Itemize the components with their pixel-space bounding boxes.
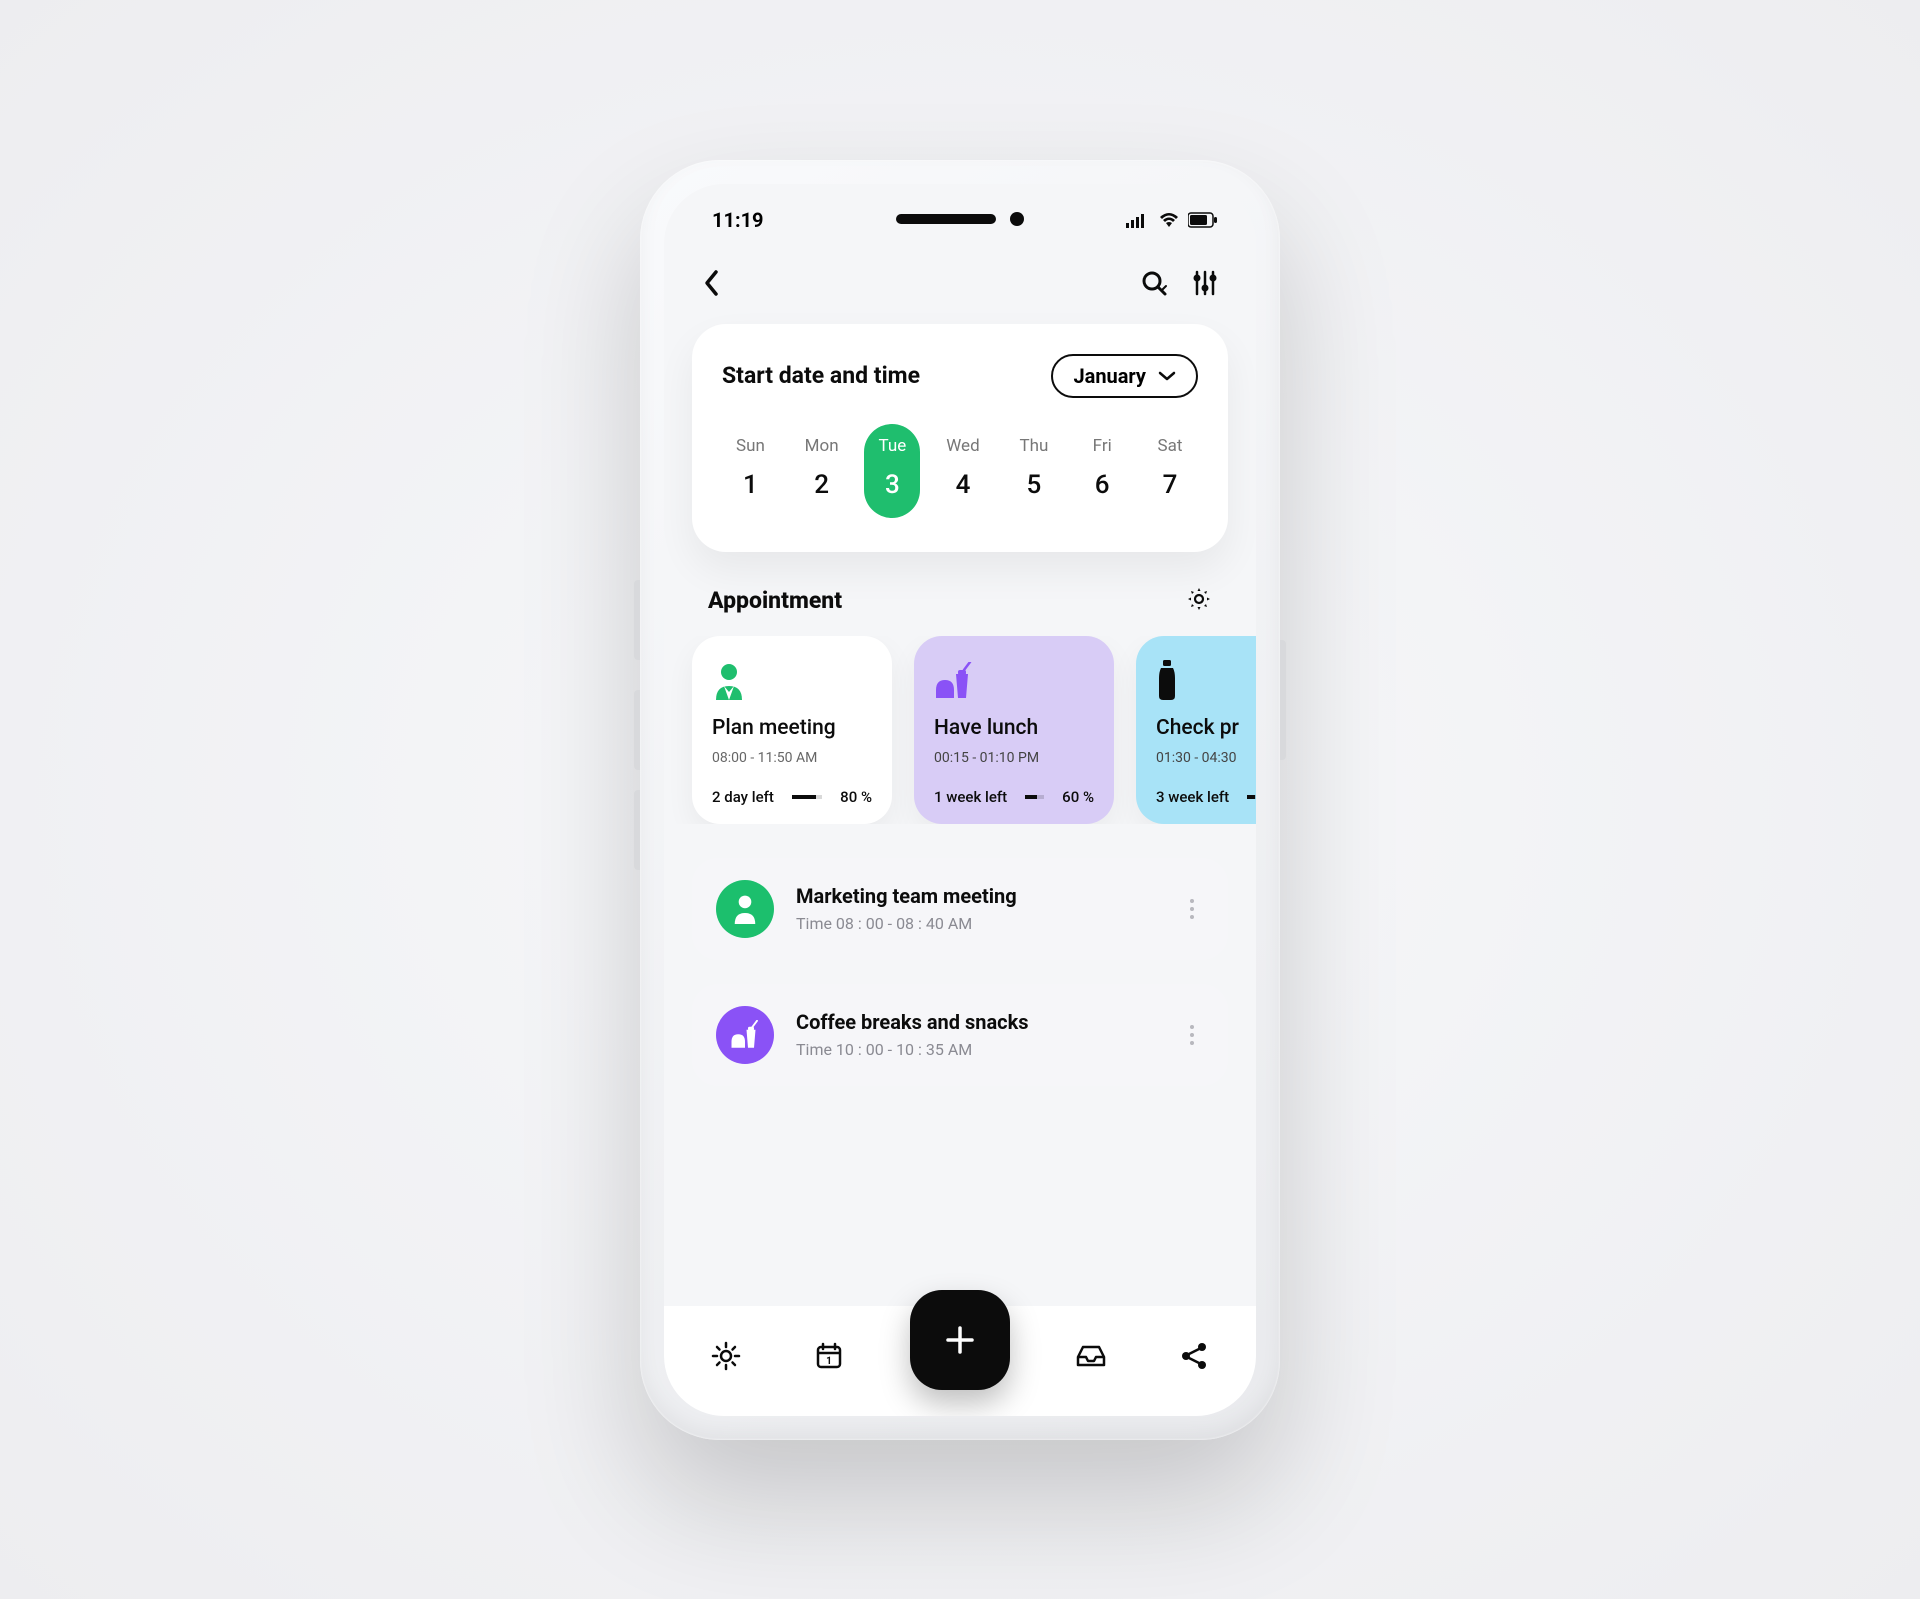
event-time: Time 08 : 00 - 08 : 40 AM	[796, 914, 1158, 933]
speaker-slot	[896, 214, 996, 224]
search-icon	[1140, 269, 1168, 297]
phone-frame: 11:19 Start date and time	[640, 160, 1280, 1440]
appointment-title: Check pr	[1156, 716, 1256, 740]
screen: 11:19 Start date and time	[664, 184, 1256, 1416]
status-right	[1126, 212, 1218, 228]
day-number: 3	[885, 470, 900, 500]
nav-inbox-button[interactable]	[1069, 1334, 1113, 1378]
date-picker-card: Start date and time January Sun 1 Mon 2 Tue 3…	[692, 324, 1228, 552]
event-menu-button[interactable]	[1180, 1015, 1204, 1055]
day-label: Thu	[1019, 436, 1048, 456]
gear-icon	[1186, 586, 1212, 612]
wifi-icon	[1158, 212, 1180, 228]
appointment-time: 08:00 - 11:50 AM	[712, 750, 872, 766]
back-icon	[702, 268, 722, 298]
day-tue[interactable]: Tue 3	[864, 424, 920, 518]
time-left: 1 week left	[934, 788, 1007, 806]
month-selector[interactable]: January	[1051, 354, 1198, 398]
day-label: Mon	[805, 436, 839, 456]
progress-bar	[792, 795, 822, 799]
week-row: Sun 1 Mon 2 Tue 3 Wed 4 Thu 5 Fri 6 Sat 7	[722, 424, 1198, 518]
chevron-down-icon	[1158, 370, 1176, 382]
day-sun[interactable]: Sun 1	[722, 424, 779, 518]
appointment-settings-button[interactable]	[1186, 586, 1212, 616]
time-left: 2 day left	[712, 788, 774, 806]
nav-calendar-button[interactable]: 1	[807, 1334, 851, 1378]
day-fri[interactable]: Fri 6	[1074, 424, 1130, 518]
day-sat[interactable]: Sat 7	[1142, 424, 1198, 518]
day-label: Sat	[1158, 436, 1183, 456]
event-title: Coffee breaks and snacks	[796, 1010, 1158, 1034]
inbox-icon	[1075, 1343, 1107, 1369]
event-title: Marketing team meeting	[796, 884, 1158, 908]
progress-bar	[1247, 795, 1256, 799]
percent-label: 60 %	[1062, 788, 1094, 806]
month-label: January	[1073, 364, 1146, 388]
appointment-title: Appointment	[708, 587, 842, 614]
event-list: Marketing team meeting Time 08 : 00 - 08 …	[664, 824, 1256, 1086]
appointment-title: Have lunch	[934, 716, 1094, 740]
notch	[896, 212, 1024, 226]
plus-icon	[940, 1320, 980, 1360]
appointment-footer: 1 week left 60 %	[934, 788, 1094, 806]
day-label: Wed	[946, 436, 979, 456]
day-wed[interactable]: Wed 4	[932, 424, 993, 518]
appointment-footer: 3 week left	[1156, 788, 1256, 806]
day-number: 5	[1027, 470, 1042, 500]
top-nav	[664, 250, 1256, 324]
event-time: Time 10 : 00 - 10 : 35 AM	[796, 1040, 1158, 1059]
event-item[interactable]: Marketing team meeting Time 08 : 00 - 08 …	[692, 858, 1228, 960]
meal-icon	[934, 658, 1094, 700]
appointment-time: 00:15 - 01:10 PM	[934, 750, 1094, 766]
add-button[interactable]	[910, 1290, 1010, 1390]
appointment-cards-row[interactable]: Plan meeting 08:00 - 11:50 AM 2 day left 80…	[664, 636, 1256, 824]
appointment-card[interactable]: Have lunch 00:15 - 01:10 PM 1 week left 60 …	[914, 636, 1114, 824]
day-label: Fri	[1093, 436, 1112, 456]
nav-share-button[interactable]	[1172, 1334, 1216, 1378]
day-number: 6	[1095, 470, 1110, 500]
sliders-icon	[1192, 269, 1218, 297]
day-thu[interactable]: Thu 5	[1005, 424, 1062, 518]
event-item[interactable]: Coffee breaks and snacks Time 10 : 00 - 1…	[692, 984, 1228, 1086]
sun-icon	[711, 1341, 741, 1371]
percent-label: 80 %	[840, 788, 872, 806]
day-mon[interactable]: Mon 2	[791, 424, 853, 518]
day-label: Tue	[879, 436, 907, 456]
appointment-section-head: Appointment	[664, 552, 1256, 636]
day-number: 4	[956, 470, 971, 500]
progress-bar	[1025, 795, 1044, 799]
day-number: 2	[814, 470, 829, 500]
day-number: 7	[1163, 470, 1178, 500]
back-button[interactable]	[702, 268, 722, 302]
appointment-footer: 2 day left 80 %	[712, 788, 872, 806]
share-icon	[1180, 1342, 1208, 1370]
status-time: 11:19	[712, 208, 764, 232]
event-avatar	[716, 1006, 774, 1064]
search-button[interactable]	[1140, 269, 1168, 301]
filter-button[interactable]	[1192, 269, 1218, 301]
day-label: Sun	[736, 436, 765, 456]
appointment-time: 01:30 - 04:30	[1156, 750, 1256, 766]
svg-text:1: 1	[826, 1356, 832, 1367]
time-left: 3 week left	[1156, 788, 1229, 806]
date-card-title: Start date and time	[722, 362, 920, 389]
battery-icon	[1188, 212, 1218, 228]
front-camera	[1010, 212, 1024, 226]
person-icon	[712, 658, 872, 700]
nav-weather-button[interactable]	[704, 1334, 748, 1378]
appointment-title: Plan meeting	[712, 716, 872, 740]
signal-icon	[1126, 212, 1150, 228]
appointment-card[interactable]: Check pr 01:30 - 04:30 3 week left	[1136, 636, 1256, 824]
event-avatar	[716, 880, 774, 938]
day-number: 1	[743, 470, 758, 500]
event-menu-button[interactable]	[1180, 889, 1204, 929]
appointment-card[interactable]: Plan meeting 08:00 - 11:50 AM 2 day left 80…	[692, 636, 892, 824]
calendar-icon: 1	[814, 1341, 844, 1371]
bottle-icon	[1156, 658, 1256, 700]
